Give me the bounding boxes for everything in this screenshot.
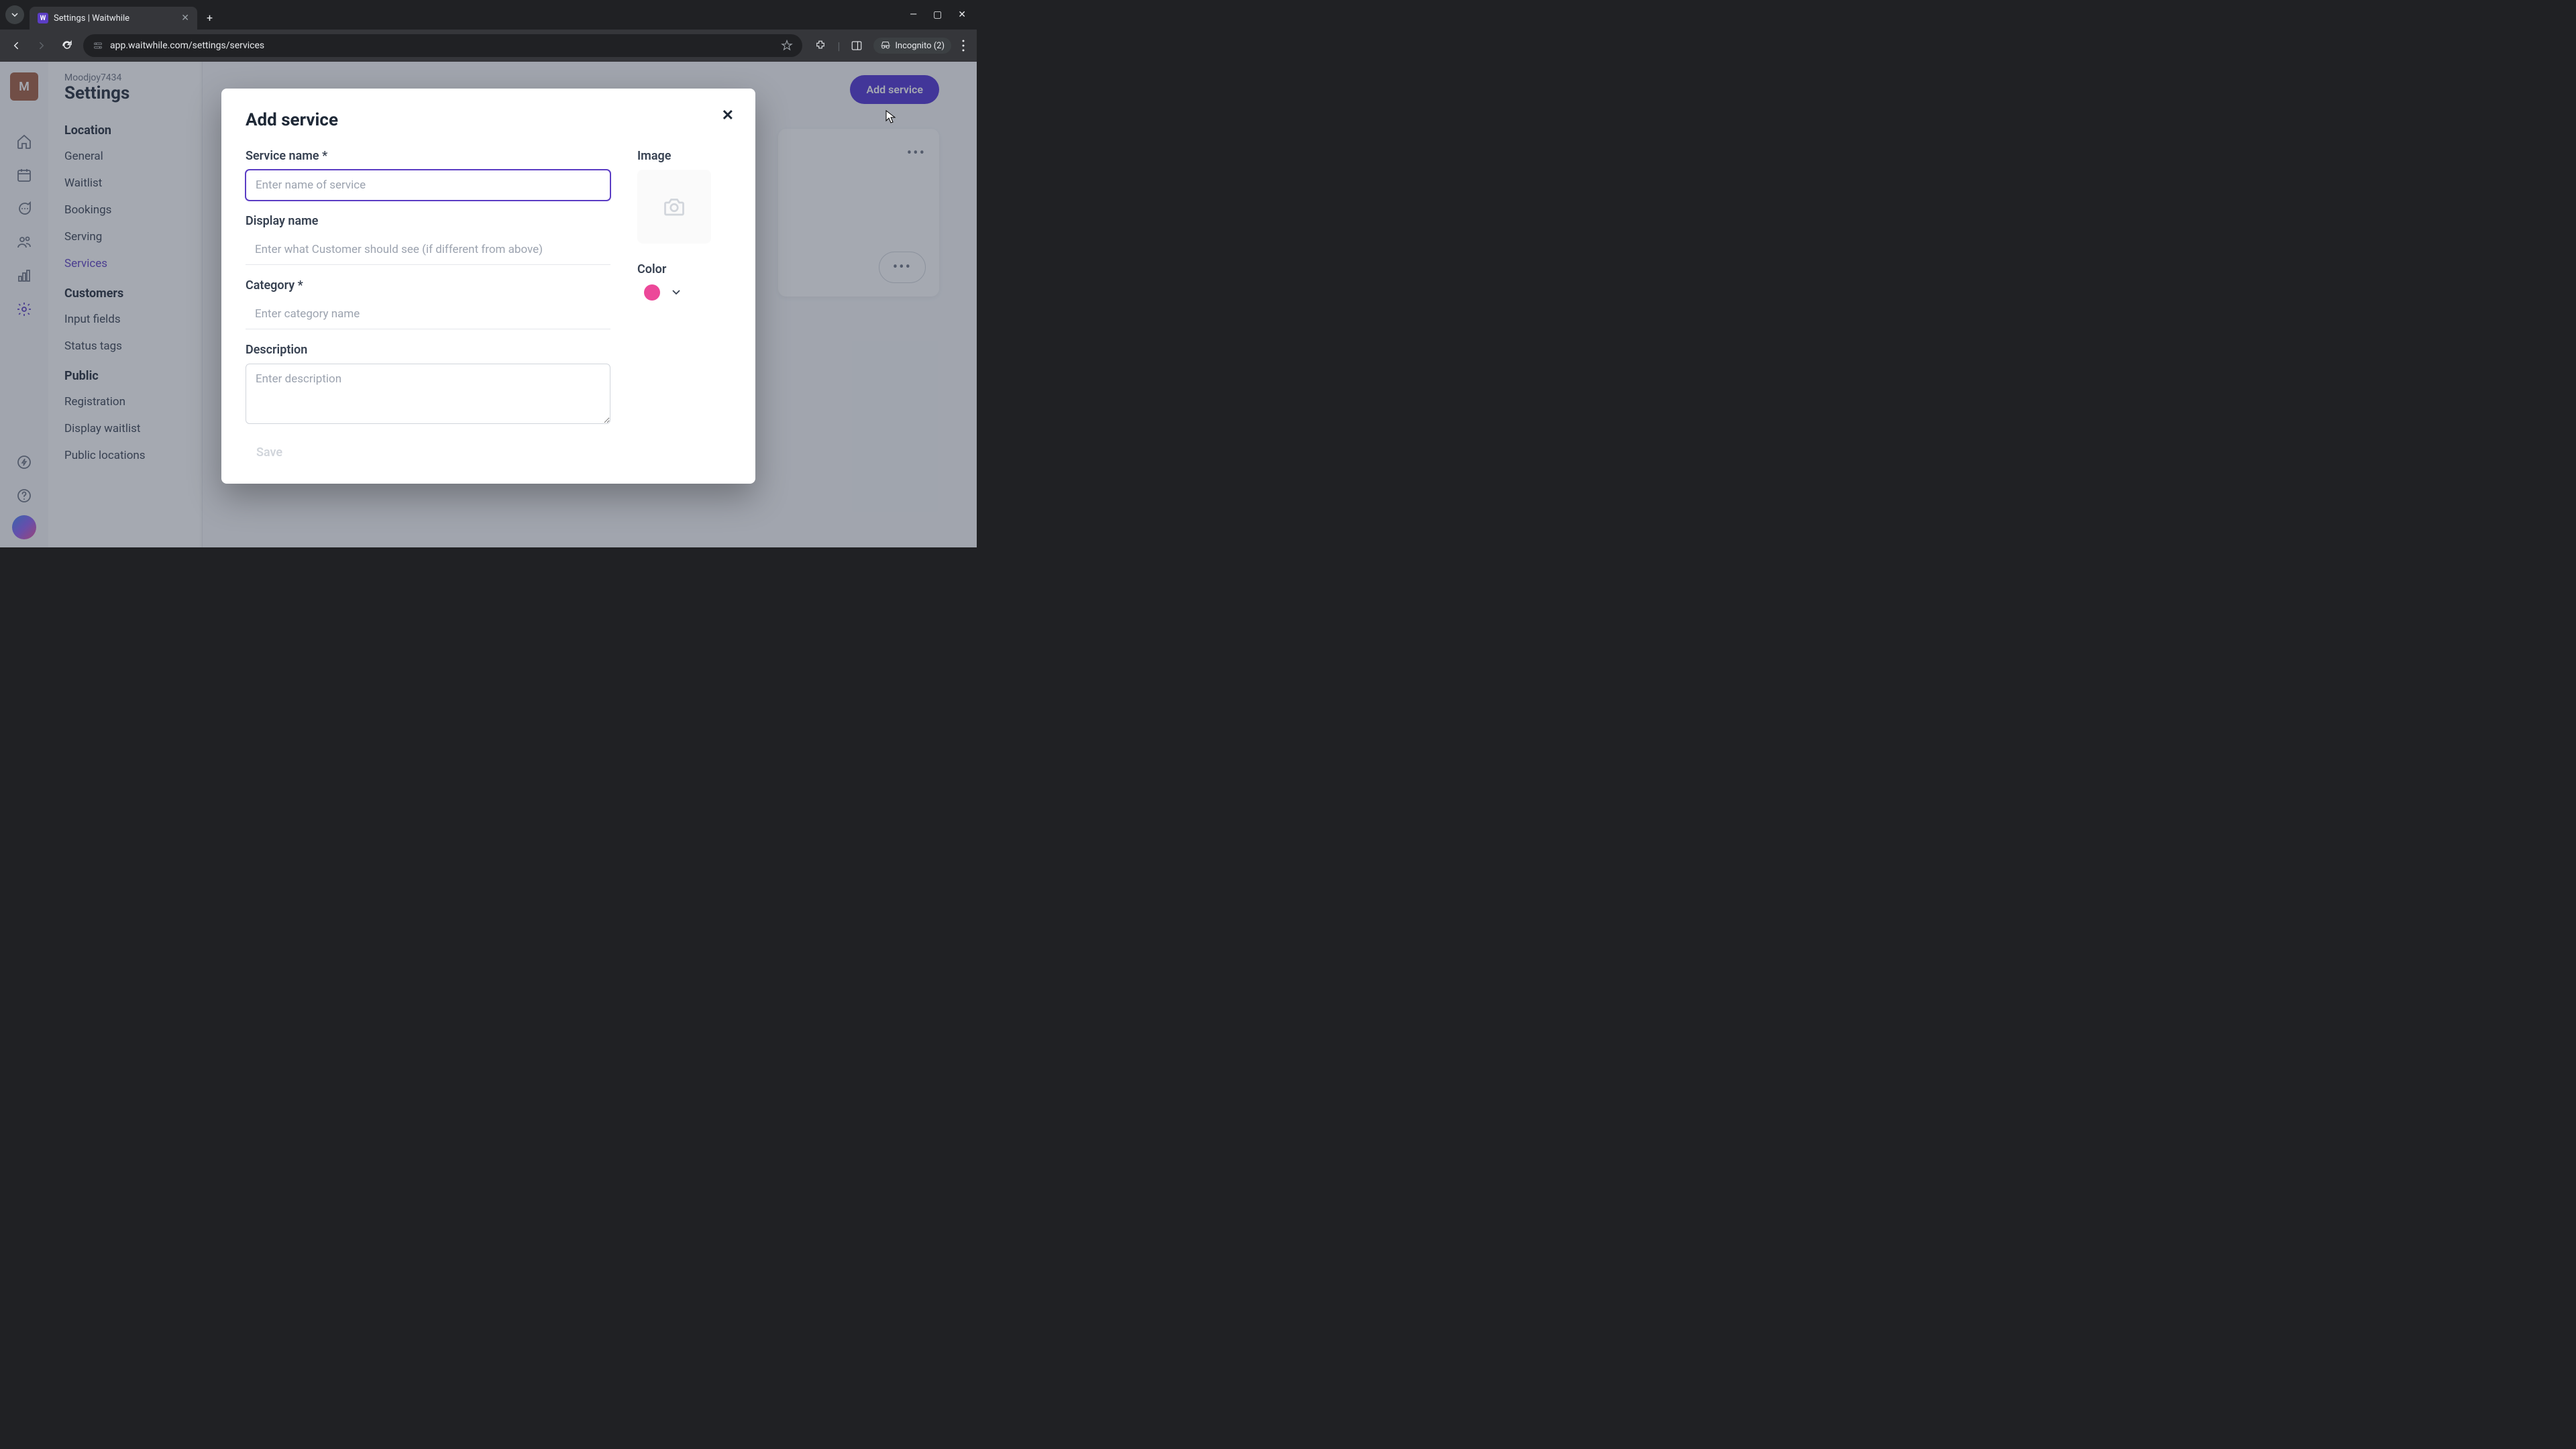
incognito-badge[interactable]: Incognito (2) (873, 38, 951, 54)
address-bar[interactable]: app.waitwhile.com/settings/services (83, 34, 802, 57)
extensions-icon[interactable] (814, 40, 826, 52)
color-swatch (644, 284, 660, 301)
service-name-input[interactable] (246, 170, 610, 201)
display-name-input[interactable] (246, 235, 610, 265)
maximize-button[interactable]: ▢ (933, 9, 942, 20)
modal-overlay[interactable]: Add service ✕ Service name * Display nam… (0, 62, 977, 547)
description-input[interactable] (246, 364, 610, 424)
minimize-button[interactable]: — (910, 9, 917, 20)
back-button[interactable] (7, 36, 25, 55)
window-controls: — ▢ ✕ (910, 9, 971, 20)
url-text: app.waitwhile.com/settings/services (110, 40, 774, 51)
save-button[interactable]: Save (246, 440, 610, 465)
chevron-down-icon (672, 290, 680, 295)
tab-search-button[interactable] (5, 5, 24, 24)
tab-favicon: W (38, 13, 48, 23)
camera-icon (662, 195, 686, 219)
add-service-modal: Add service ✕ Service name * Display nam… (221, 89, 755, 484)
tab-title: Settings | Waitwhile (54, 13, 176, 23)
image-label: Image (637, 149, 731, 163)
modal-title: Add service (246, 110, 731, 130)
browser-tab-strip: W Settings | Waitwhile ✕ + — ▢ ✕ (0, 0, 977, 30)
bookmark-icon[interactable] (781, 40, 793, 52)
app-root: M Moodjoy7434 Settings Location General … (0, 62, 977, 547)
site-settings-icon[interactable] (93, 40, 103, 51)
modal-close-button[interactable]: ✕ (722, 107, 734, 124)
browser-tab[interactable]: W Settings | Waitwhile ✕ (30, 7, 197, 30)
incognito-icon (880, 40, 891, 51)
description-label: Description (246, 343, 610, 357)
reload-button[interactable] (58, 36, 76, 55)
new-tab-button[interactable]: + (207, 11, 213, 24)
color-picker[interactable] (637, 284, 731, 301)
category-label: Category * (246, 278, 610, 292)
image-upload[interactable] (637, 170, 711, 244)
forward-button[interactable] (32, 36, 51, 55)
tab-close-button[interactable]: ✕ (181, 13, 189, 23)
browser-menu-icon[interactable] (962, 40, 965, 52)
color-label: Color (637, 262, 731, 276)
service-name-label: Service name * (246, 149, 610, 163)
browser-toolbar: app.waitwhile.com/settings/services | In… (0, 30, 977, 62)
sidepanel-icon[interactable] (851, 40, 863, 52)
close-window-button[interactable]: ✕ (958, 9, 966, 20)
display-name-label: Display name (246, 214, 610, 228)
category-input[interactable] (246, 299, 610, 329)
